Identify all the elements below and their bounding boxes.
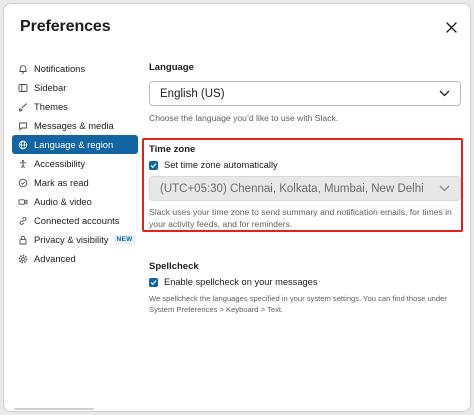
language-help-text: Choose the language you’d like to use wi…: [149, 113, 339, 123]
sidebar-item-privacy-visibility[interactable]: Privacy & visibility NEW: [12, 230, 138, 249]
sidebar-item-label: Themes: [34, 101, 68, 112]
sidebar-item-audio-video[interactable]: Audio & video: [12, 192, 138, 211]
chevron-down-icon: [439, 90, 450, 97]
message-icon: [18, 121, 28, 131]
sidebar-item-label: Audio & video: [34, 196, 92, 207]
sidebar-item-themes[interactable]: Themes: [12, 97, 138, 116]
new-badge: NEW: [113, 235, 136, 244]
sidebar-item-label: Messages & media: [34, 120, 114, 131]
timezone-highlight-box: [142, 138, 463, 232]
brush-icon: [18, 102, 28, 112]
sidebar-item-label: Connected accounts: [34, 215, 120, 226]
preferences-dialog: Preferences Notifications Sidebar Themes: [3, 3, 471, 412]
spellcheck-row[interactable]: Enable spellcheck on your messages: [149, 277, 461, 287]
sidebar-item-notifications[interactable]: Notifications: [12, 59, 138, 78]
sidebar-item-language-region[interactable]: Language & region: [12, 135, 138, 154]
lock-icon: [18, 235, 28, 245]
sidebar-item-sidebar[interactable]: Sidebar: [12, 78, 138, 97]
close-button[interactable]: [442, 18, 460, 36]
accessibility-icon: [18, 159, 28, 169]
spellcheck-heading: Spellcheck: [149, 261, 199, 272]
sidebar-item-mark-as-read[interactable]: Mark as read: [12, 173, 138, 192]
language-selected-value: English (US): [160, 87, 225, 100]
sidebar-item-label: Language & region: [34, 139, 114, 150]
sidebar-icon: [18, 83, 28, 93]
sidebar-item-label: Privacy & visibility: [34, 234, 109, 245]
video-icon: [18, 197, 28, 207]
spellcheck-help-text: We spellcheck the languages specified in…: [149, 294, 447, 314]
sidebar-item-advanced[interactable]: Advanced: [12, 249, 138, 268]
gear-icon: [18, 254, 28, 264]
sidebar-item-label: Notifications: [34, 63, 86, 74]
bell-icon: [18, 64, 28, 74]
sidebar-item-label: Accessibility: [34, 158, 86, 169]
spellcheck-label: Enable spellcheck on your messages: [164, 277, 318, 287]
sidebar-item-label: Mark as read: [34, 177, 89, 188]
dialog-title: Preferences: [20, 18, 111, 35]
language-heading: Language: [149, 62, 194, 73]
scroll-hint: [14, 408, 94, 410]
spellcheck-checkbox[interactable]: [149, 277, 158, 287]
sidebar-item-connected-accounts[interactable]: Connected accounts: [12, 211, 138, 230]
language-select[interactable]: English (US): [149, 81, 461, 106]
globe-icon: [18, 140, 28, 150]
preferences-content: Language English (US) Choose the languag…: [142, 62, 463, 315]
sidebar-item-label: Sidebar: [34, 82, 67, 93]
check-icon: [150, 279, 157, 285]
preferences-sidebar: Notifications Sidebar Themes Messages & …: [12, 59, 138, 268]
sidebar-item-messages-media[interactable]: Messages & media: [12, 116, 138, 135]
close-icon: [445, 21, 457, 33]
sidebar-item-accessibility[interactable]: Accessibility: [12, 154, 138, 173]
link-icon: [18, 216, 28, 226]
sidebar-item-label: Advanced: [34, 253, 76, 264]
check-circle-icon: [18, 178, 28, 188]
